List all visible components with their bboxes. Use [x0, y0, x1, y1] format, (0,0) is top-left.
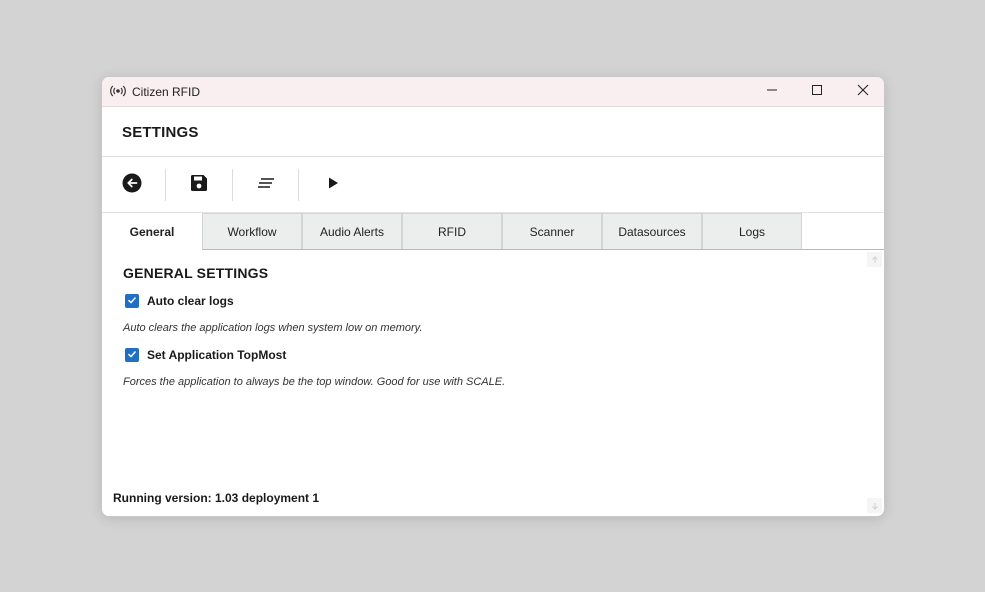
set-topmost-setting[interactable]: Set Application TopMost [125, 348, 286, 362]
auto-clear-logs-label: Auto clear logs [147, 294, 234, 308]
lines-icon [257, 176, 275, 195]
window-title: Citizen RFID [132, 85, 201, 99]
close-button[interactable] [840, 77, 884, 107]
auto-clear-logs-checkbox[interactable] [125, 294, 139, 308]
checkmark-icon [127, 346, 137, 364]
title-bar[interactable]: Citizen RFID [102, 77, 884, 107]
play-icon [326, 176, 340, 195]
tab-datasources[interactable]: Datasources [602, 213, 702, 249]
scroll-up-button[interactable] [867, 252, 882, 267]
general-settings-panel: GENERAL SETTINGS Auto clear logs Auto cl… [102, 250, 884, 516]
back-arrow-icon [122, 173, 142, 198]
back-button[interactable] [118, 171, 146, 199]
maximize-icon [811, 83, 823, 101]
minimize-button[interactable] [749, 77, 795, 107]
menu-button[interactable] [252, 171, 280, 199]
app-window: Citizen RFID SETTINGS General Workflow A… [101, 76, 885, 517]
tab-scanner[interactable]: Scanner [502, 213, 602, 249]
set-topmost-checkbox[interactable] [125, 348, 139, 362]
arrow-up-icon [871, 251, 879, 269]
tab-rfid[interactable]: RFID [402, 213, 502, 249]
floppy-disk-icon [190, 174, 208, 197]
toolbar-separator [298, 169, 299, 201]
toolbar [102, 157, 884, 213]
arrow-down-icon [871, 497, 879, 515]
minimize-icon [766, 83, 778, 101]
tab-general[interactable]: General [102, 213, 202, 250]
save-button[interactable] [185, 171, 213, 199]
tab-bar: General Workflow Audio Alerts RFID Scann… [102, 213, 884, 250]
toolbar-separator [165, 169, 166, 201]
maximize-button[interactable] [794, 77, 840, 107]
run-button[interactable] [319, 171, 347, 199]
tab-workflow[interactable]: Workflow [202, 213, 302, 249]
version-text: Running version: 1.03 deployment 1 [113, 491, 320, 505]
auto-clear-logs-setting[interactable]: Auto clear logs [125, 294, 234, 308]
tab-logs[interactable]: Logs [702, 213, 802, 249]
checkmark-icon [127, 292, 137, 310]
tab-audio-alerts[interactable]: Audio Alerts [302, 213, 402, 249]
toolbar-separator [232, 169, 233, 201]
auto-clear-logs-description: Auto clears the application logs when sy… [123, 322, 423, 334]
rfid-signal-icon [110, 83, 126, 99]
set-topmost-description: Forces the application to always be the … [123, 376, 506, 388]
section-title: GENERAL SETTINGS [123, 265, 269, 281]
close-icon [857, 83, 869, 101]
page-title: SETTINGS [122, 124, 199, 141]
set-topmost-label: Set Application TopMost [147, 348, 287, 362]
page-header: SETTINGS [102, 107, 884, 157]
scroll-down-button[interactable] [867, 498, 882, 513]
